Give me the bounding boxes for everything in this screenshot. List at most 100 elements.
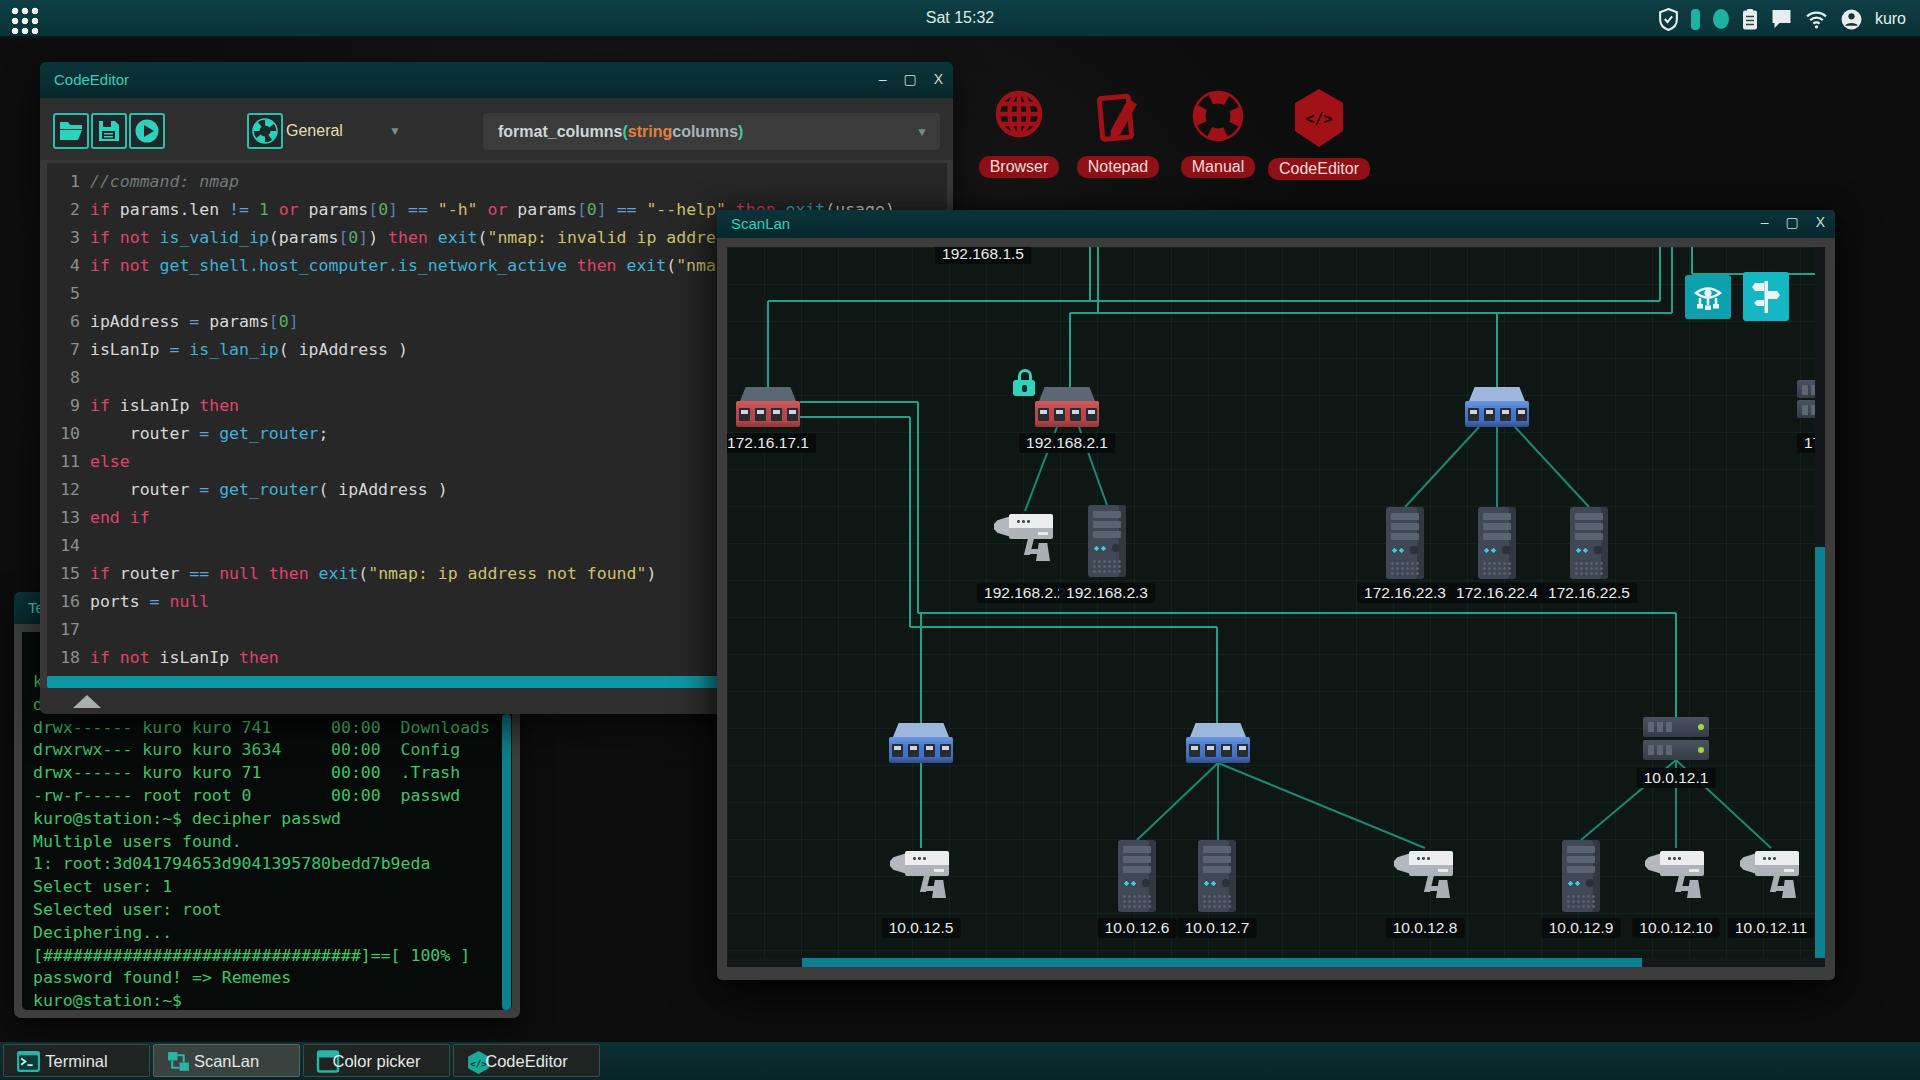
device-ip-label: 10.0.12.6 [1098, 918, 1177, 938]
apps-menu-icon[interactable] [9, 5, 38, 34]
device-ip-label: 172.16.22.5 [1541, 583, 1637, 603]
status-dot-icon[interactable] [1713, 9, 1729, 29]
chat-bubble-icon[interactable] [1771, 9, 1792, 29]
scanlan-titlebar[interactable]: ScanLan – ▢ X [717, 210, 1835, 238]
device-ip-label: 10.0.12.9 [1542, 918, 1621, 938]
device-ip-label: 172.16.22.3 [1357, 583, 1453, 603]
clipboard-icon[interactable] [1742, 8, 1758, 31]
taskbar-item-scanlan[interactable]: ScanLan [153, 1044, 300, 1077]
taskbar-item-color-picker[interactable]: Color picker [303, 1044, 450, 1077]
map-hscrollbar[interactable] [727, 958, 1825, 967]
expand-console-icon[interactable] [73, 695, 101, 708]
desktop-icon-label: CodeEditor [1268, 158, 1370, 180]
taskbar: Terminal ScanLan Color picker</>CodeEditor [0, 1042, 1920, 1080]
camera-device[interactable] [1394, 848, 1456, 902]
user-voice-icon[interactable] [1841, 9, 1862, 30]
terminal-line: password found! => Rememes [33, 967, 490, 990]
scanlan-window: ScanLan – ▢ X 192.168.1.5 172.16.17.1 192.… [717, 210, 1835, 980]
switch-device[interactable] [889, 723, 953, 763]
wifi-icon[interactable] [1805, 10, 1828, 29]
taskbar-item-label: Color picker [304, 1052, 449, 1071]
api-browser-button[interactable] [247, 113, 283, 149]
terminal-line: Select user: 1 [33, 876, 490, 899]
desktop-icon-label: Notepad [1077, 156, 1160, 178]
computer-device[interactable] [1562, 840, 1600, 912]
terminal-line: [################################]==[ 10… [33, 945, 490, 968]
router-device[interactable] [736, 387, 800, 427]
map-vscrollbar[interactable] [1815, 247, 1825, 967]
terminal-scrollbar[interactable] [502, 714, 511, 1010]
svg-text:</>: </> [1305, 110, 1332, 128]
device-ip-label: 10.0.12.7 [1178, 918, 1257, 938]
device-ip-label: 10.0.12.8 [1386, 918, 1465, 938]
run-script-button[interactable] [129, 113, 165, 149]
taskbar-item-terminal[interactable]: Terminal [3, 1044, 150, 1077]
desktop-icon-codeeditor[interactable]: </> CodeEditor [1259, 86, 1379, 180]
computer-device[interactable] [1570, 507, 1608, 579]
desktop-icon-label: Manual [1181, 156, 1255, 178]
device-ip-label: 172.16.22.4 [1449, 583, 1545, 603]
desktop-icon-label: Browser [979, 156, 1060, 178]
function-name: format_columns [498, 123, 622, 141]
close-button[interactable]: X [934, 71, 943, 87]
lock-icon [1013, 369, 1037, 396]
battery-pill-icon[interactable] [1691, 9, 1700, 30]
router-device[interactable] [1035, 387, 1099, 427]
device-ip-label: 10.0.12.5 [882, 918, 961, 938]
maximize-button[interactable]: ▢ [1785, 214, 1798, 230]
minimize-button[interactable]: – [1761, 214, 1769, 230]
taskbar-item-codeeditor[interactable]: </>CodeEditor [453, 1044, 600, 1077]
computer-device[interactable] [1198, 840, 1236, 912]
category-dropdown[interactable]: General ▼ [286, 113, 401, 149]
system-tray: kuro [1659, 0, 1906, 38]
computer-device[interactable] [1386, 507, 1424, 579]
shield-check-icon[interactable] [1659, 8, 1678, 31]
device-ip-label: 10.0.12.1 [1637, 768, 1716, 788]
code-editor-titlebar[interactable]: CodeEditor – ▢ X [40, 62, 953, 98]
computer-device[interactable] [1088, 505, 1126, 577]
category-value: General [286, 122, 343, 140]
terminal-line: kuro@station:~$ decipher passwd [33, 808, 490, 831]
desktop: Sat 15:32 kuro BrowserNotepadManual</>Co… [0, 0, 1920, 1080]
device-ip-label: 10.0.12.11 [1728, 918, 1814, 938]
camera-device[interactable] [994, 511, 1056, 565]
terminal-line: 1: root:3d041794653d9041395780bedd7b9eda [33, 853, 490, 876]
minimize-button[interactable]: – [879, 71, 887, 87]
camera-device[interactable] [1645, 848, 1707, 902]
terminal-line: kuro@station:~$ [33, 990, 490, 1010]
server-device[interactable] [1643, 717, 1709, 763]
taskbar-item-label: ScanLan [154, 1052, 299, 1071]
terminal-line: drwx------ kuro kuro 71 00:00 .Trash [33, 762, 490, 785]
camera-device[interactable] [1740, 848, 1802, 902]
maximize-button[interactable]: ▢ [903, 71, 916, 87]
scan-network-button[interactable] [1685, 275, 1731, 319]
chevron-down-icon: ▼ [916, 125, 928, 139]
device-ip-label: 192.168.2.1 [1019, 433, 1115, 453]
save-file-button[interactable] [91, 113, 127, 149]
computer-device[interactable] [1478, 507, 1516, 579]
taskbar-item-label: Terminal [4, 1052, 149, 1071]
hex-code-icon: </> [1259, 86, 1379, 154]
username: kuro [1875, 10, 1906, 28]
scanlan-title: ScanLan [731, 215, 790, 232]
camera-device[interactable] [890, 848, 952, 902]
switch-device[interactable] [1186, 723, 1250, 763]
terminal-line: Deciphering... [33, 922, 490, 945]
network-map[interactable]: 192.168.1.5172.16.17.1192.168.2.1192.168… [727, 247, 1825, 967]
function-dropdown[interactable]: format_columns ( string columns ) ▼ [483, 113, 940, 150]
computer-device[interactable] [1118, 840, 1156, 912]
terminal-line: -rw-r----- root root 0 00:00 passwd [33, 785, 490, 808]
open-file-button[interactable] [53, 113, 89, 149]
code-editor-toolbar: General ▼ format_columns ( string column… [40, 98, 953, 160]
terminal-line: drwx------ kuro kuro 741 00:00 Downloads [33, 717, 490, 740]
routes-button[interactable] [1743, 272, 1789, 321]
switch-device[interactable] [1465, 387, 1529, 427]
param-type: string [628, 123, 672, 141]
chevron-down-icon: ▼ [389, 124, 401, 138]
device-ip-label: 172.16.17.1 [727, 433, 816, 453]
device-ip-label: 192.168.1.5 [935, 247, 1031, 264]
taskbar-item-label: CodeEditor [454, 1052, 599, 1071]
code-line: 1//command: nmap [47, 168, 947, 196]
close-button[interactable]: X [1816, 214, 1825, 230]
terminal-line: Multiple users found. [33, 831, 490, 854]
